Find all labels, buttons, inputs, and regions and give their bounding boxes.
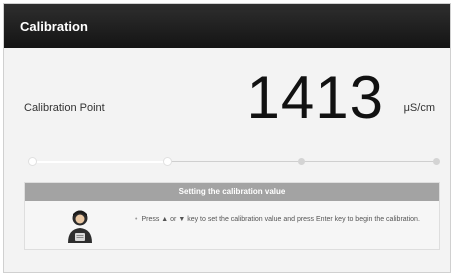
calibration-value[interactable]: 1413 [247,68,384,128]
step-progress-fill [32,160,167,163]
step-progress-track [29,158,440,165]
unit-label: μS/cm [403,102,435,114]
instruction-panel-header: Setting the calibration value [25,183,439,201]
calibration-point-label: Calibration Point [24,102,105,114]
instruction-text: • Press ▲ or ▼ key to set the calibration… [135,215,425,224]
user-icon [68,210,92,243]
step-dot [433,158,440,165]
instruction-panel: Setting the calibration value • Press ▲ o… [24,182,440,250]
instruction-body: Press ▲ or ▼ key to set the calibration … [141,216,420,223]
step-dot [29,158,36,165]
step-dot [163,158,171,165]
step-dot [298,158,306,165]
window-title: Calibration [20,19,88,34]
calibration-screen: Calibration Calibration Point 1413 μS/cm… [3,3,451,273]
bullet-icon: • [135,216,138,223]
title-bar: Calibration [4,4,450,48]
